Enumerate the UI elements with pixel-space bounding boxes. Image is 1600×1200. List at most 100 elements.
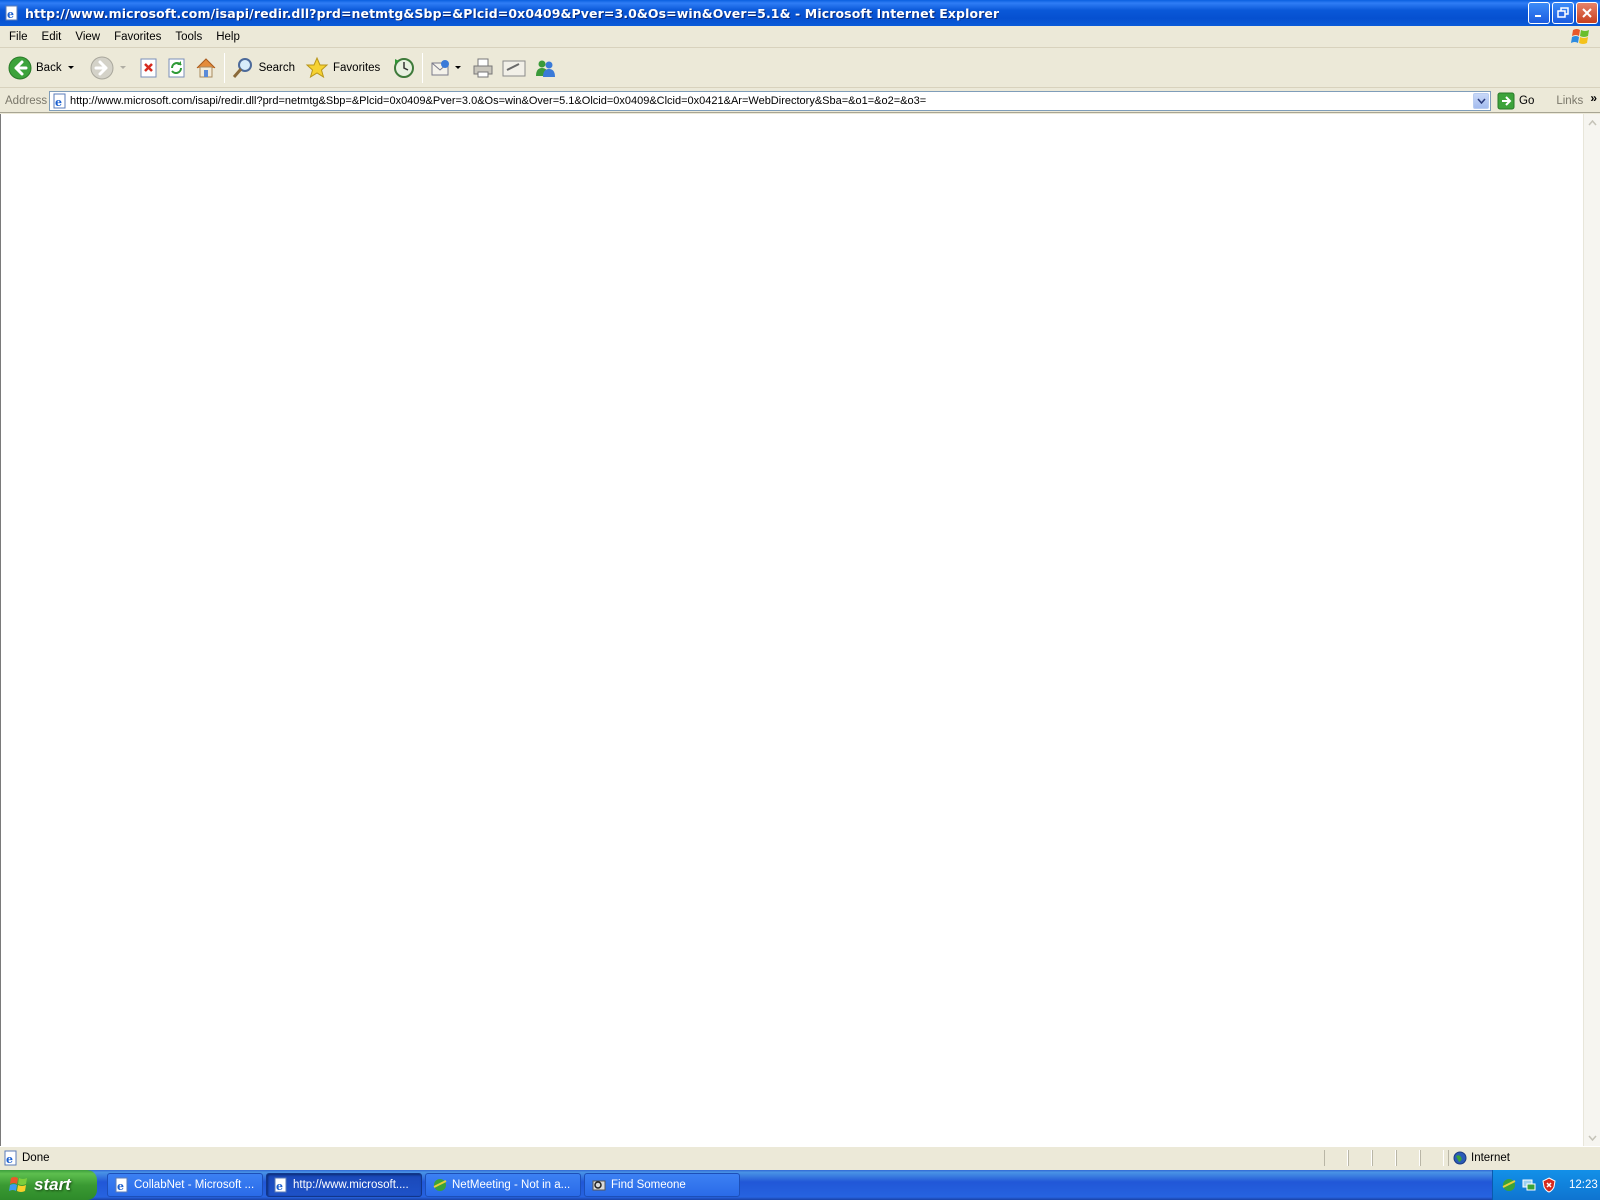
menu-bar: File Edit View Favorites Tools Help: [0, 26, 1600, 48]
search-label: Search: [258, 61, 296, 74]
svg-text:e: e: [117, 1180, 124, 1193]
go-button[interactable]: Go: [1497, 92, 1534, 110]
forward-dropdown-icon[interactable]: [119, 66, 126, 69]
close-icon: [1582, 8, 1592, 18]
status-pane: [1396, 1150, 1420, 1166]
menu-file[interactable]: File: [2, 28, 35, 46]
network-tray-icon[interactable]: [1521, 1177, 1537, 1193]
history-button[interactable]: [389, 51, 419, 85]
home-icon: [196, 57, 215, 77]
taskbar: start e CollabNet - Microsoft ... e http…: [0, 1170, 1600, 1200]
menu-edit[interactable]: Edit: [35, 28, 69, 46]
clock[interactable]: 12:23: [1569, 1179, 1598, 1191]
status-panes: [1324, 1150, 1444, 1166]
messenger-icon: [536, 60, 556, 77]
taskbar-button-collabnet[interactable]: e CollabNet - Microsoft ...: [107, 1173, 263, 1197]
security-zone[interactable]: Internet: [1448, 1150, 1510, 1166]
back-button[interactable]: Back: [5, 51, 77, 85]
forward-arrow-icon: [90, 56, 114, 79]
scroll-down-button[interactable]: [1586, 1131, 1599, 1144]
stop-icon: [140, 58, 157, 77]
home-button[interactable]: [191, 51, 221, 85]
ie-page-icon: e: [53, 93, 66, 109]
task-label: Find Someone: [611, 1179, 686, 1191]
minimize-icon: [1535, 15, 1541, 17]
status-pane: [1324, 1150, 1348, 1166]
vertical-scrollbar[interactable]: [1583, 114, 1600, 1146]
task-label: NetMeeting - Not in a...: [452, 1179, 571, 1191]
page-content[interactable]: [0, 114, 1600, 1146]
svg-text:e: e: [55, 96, 62, 109]
window-title: http://www.microsoft.com/isapi/redir.dll…: [25, 5, 1000, 21]
favorites-label: Favorites: [333, 61, 381, 74]
security-shield-icon[interactable]: [1541, 1177, 1557, 1193]
edit-button[interactable]: [498, 51, 530, 85]
start-label: start: [34, 1175, 71, 1194]
close-button[interactable]: [1576, 2, 1598, 24]
refresh-button[interactable]: [163, 51, 191, 85]
links-toolbar[interactable]: Links: [1556, 95, 1583, 107]
mail-dropdown-icon[interactable]: [455, 66, 462, 69]
status-pane: [1420, 1150, 1444, 1166]
title-bar[interactable]: e http://www.microsoft.com/isapi/redir.d…: [0, 0, 1600, 26]
address-dropdown-button[interactable]: [1473, 92, 1489, 109]
mail-icon: [431, 59, 450, 75]
messenger-button[interactable]: [530, 51, 560, 85]
print-button[interactable]: [468, 51, 498, 85]
taskbar-button-microsoft[interactable]: e http://www.microsoft....: [266, 1173, 422, 1197]
windows-flag-icon: [9, 1177, 27, 1192]
svg-text:e: e: [7, 8, 14, 21]
svg-text:e: e: [6, 1153, 13, 1166]
address-input[interactable]: [70, 92, 1460, 109]
windows-logo-icon: [1571, 29, 1589, 44]
minimize-button[interactable]: [1528, 2, 1550, 24]
netmeeting-icon: [433, 1179, 447, 1191]
address-bar: Address e Go Links »: [0, 89, 1600, 113]
ie-page-icon: e: [115, 1177, 128, 1193]
history-icon: [394, 57, 415, 78]
standard-toolbar: Back Search Favorites: [0, 48, 1600, 88]
task-label: http://www.microsoft....: [293, 1179, 409, 1191]
forward-button[interactable]: [87, 51, 129, 85]
chevron-up-icon: [1588, 119, 1597, 125]
status-pane: [1348, 1150, 1372, 1166]
menu-tools[interactable]: Tools: [168, 28, 209, 46]
ie-page-icon: e: [4, 1150, 17, 1166]
favorites-button[interactable]: Favorites: [302, 51, 383, 85]
status-bar: e Done Internet: [0, 1146, 1600, 1168]
restore-icon: [1557, 7, 1569, 18]
stop-button[interactable]: [135, 51, 163, 85]
task-label: CollabNet - Microsoft ...: [134, 1179, 255, 1191]
printer-icon: [473, 58, 493, 77]
mail-button[interactable]: [426, 51, 464, 85]
netmeeting-tray-icon[interactable]: [1501, 1177, 1517, 1193]
go-label: Go: [1519, 94, 1535, 107]
menu-view[interactable]: View: [68, 28, 107, 46]
start-button[interactable]: start: [0, 1170, 97, 1200]
back-dropdown-icon[interactable]: [67, 66, 74, 69]
globe-icon: [1453, 1151, 1467, 1165]
chevron-right-icon[interactable]: »: [1590, 91, 1597, 105]
menu-favorites[interactable]: Favorites: [107, 28, 168, 46]
edit-page-icon: [502, 60, 526, 76]
chevron-down-icon: [1476, 98, 1486, 104]
taskbar-button-netmeeting[interactable]: NetMeeting - Not in a...: [425, 1173, 581, 1197]
restore-button[interactable]: [1552, 2, 1574, 24]
svg-text:e: e: [276, 1180, 283, 1193]
address-field[interactable]: e: [49, 90, 1491, 111]
refresh-icon: [168, 58, 185, 77]
ie-page-icon: e: [274, 1177, 287, 1193]
ie-page-icon: e: [5, 5, 18, 21]
system-tray: 12:23: [1492, 1170, 1600, 1200]
toolbar-separator: [223, 52, 225, 83]
toolbar-separator: [422, 52, 424, 83]
scroll-up-button[interactable]: [1586, 116, 1599, 129]
status-text: Done: [22, 1151, 50, 1164]
chevron-down-icon: [1588, 1135, 1597, 1141]
menu-help[interactable]: Help: [209, 28, 247, 46]
zone-label: Internet: [1471, 1152, 1510, 1164]
taskbar-button-find-someone[interactable]: Find Someone: [584, 1173, 740, 1197]
star-icon: [305, 56, 329, 78]
search-button[interactable]: Search: [228, 51, 298, 85]
back-arrow-icon: [8, 56, 32, 79]
